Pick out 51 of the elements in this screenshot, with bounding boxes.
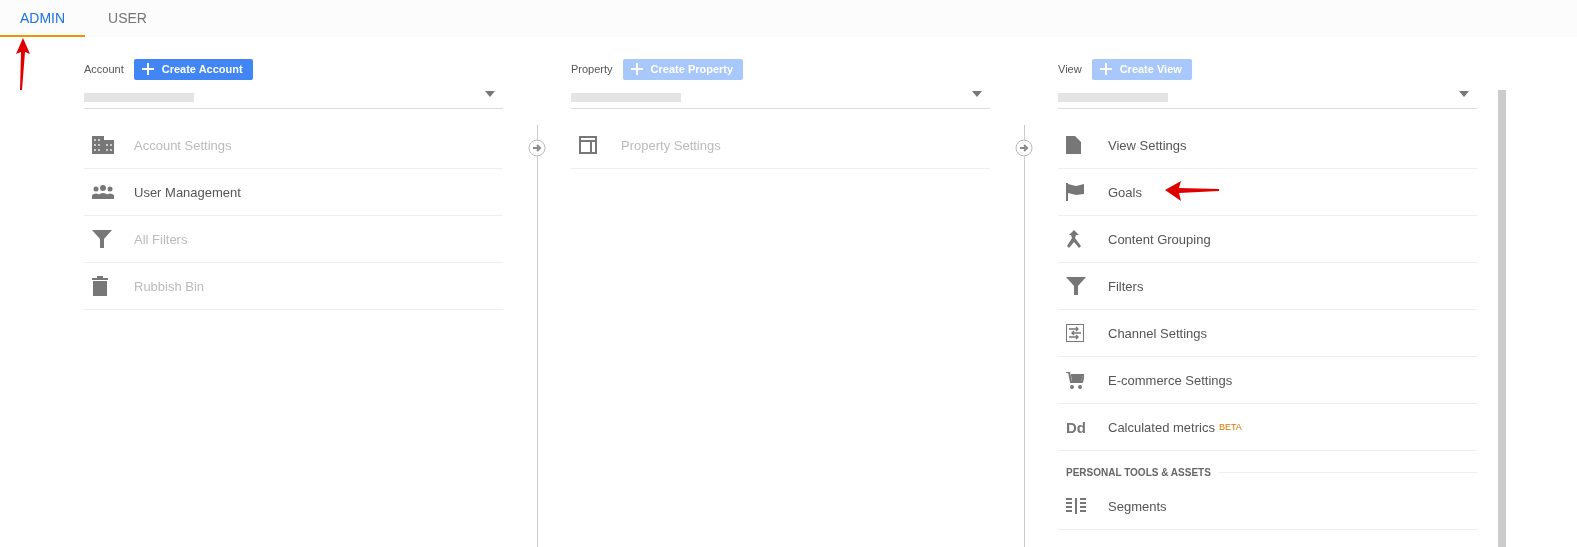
item-label: User Management	[134, 184, 241, 200]
item-label: Calculated metrics	[1108, 419, 1215, 435]
layout-icon	[579, 136, 597, 154]
menu-item[interactable]: Filters	[1058, 263, 1477, 310]
item-label: Property Settings	[621, 137, 721, 153]
segments-icon	[1066, 498, 1086, 514]
cart-icon	[1066, 371, 1084, 389]
item-label: Account Settings	[134, 137, 232, 153]
dropdown-caret-icon	[972, 91, 982, 97]
beta-label: BETA	[1218, 422, 1242, 432]
people-icon	[92, 185, 114, 199]
item-label: All Filters	[134, 231, 188, 247]
menu-item[interactable]: Channel Settings	[1058, 310, 1477, 357]
channel-icon	[1066, 324, 1084, 342]
section-heading: PERSONAL TOOLS & ASSETS	[1065, 466, 1211, 478]
annotation-arrow	[1165, 181, 1219, 201]
item-label: View Settings	[1108, 137, 1187, 153]
menu-item[interactable]: User Management	[84, 169, 503, 216]
trash-icon	[92, 276, 108, 296]
plus-icon	[141, 63, 154, 75]
menu-item[interactable]: Segments	[1058, 483, 1477, 530]
dropdown-caret-icon	[485, 91, 495, 97]
menu-item[interactable]: Content Grouping	[1058, 216, 1477, 263]
funnel-icon	[92, 230, 112, 248]
item-label: Filters	[1108, 278, 1144, 294]
menu-item[interactable]: E-commerce Settings	[1058, 357, 1477, 404]
column-label: View	[1058, 63, 1082, 75]
letters-icon: Dd	[1066, 418, 1086, 436]
annotation-arrow	[15, 38, 31, 90]
funnel-icon	[1066, 277, 1086, 295]
item-label: Rubbish Bin	[134, 278, 205, 294]
column-label: Property	[571, 63, 613, 75]
plus-icon	[630, 63, 643, 75]
dropdown-caret-icon	[1459, 91, 1469, 97]
menu-item[interactable]: View Settings	[1058, 122, 1477, 169]
merge-icon	[1066, 230, 1082, 248]
tab[interactable]: USER	[85, 0, 170, 37]
tab[interactable]: ADMIN	[0, 0, 85, 37]
item-label: Segments	[1108, 498, 1167, 514]
plus-icon	[1099, 63, 1112, 75]
create-button[interactable]: Create Account	[133, 58, 253, 80]
menu-item[interactable]: Dd Calculated metrics BETA	[1058, 404, 1477, 451]
item-label: Content Grouping	[1108, 231, 1211, 247]
scrollbar[interactable]	[1498, 90, 1506, 547]
column-label: Account	[84, 63, 124, 75]
item-label: E-commerce Settings	[1108, 372, 1233, 388]
item-label: Channel Settings	[1108, 325, 1207, 341]
building-icon	[92, 136, 114, 154]
flag-icon	[1066, 183, 1084, 201]
item-label: Goals	[1108, 184, 1142, 200]
document-icon	[1066, 136, 1081, 154]
